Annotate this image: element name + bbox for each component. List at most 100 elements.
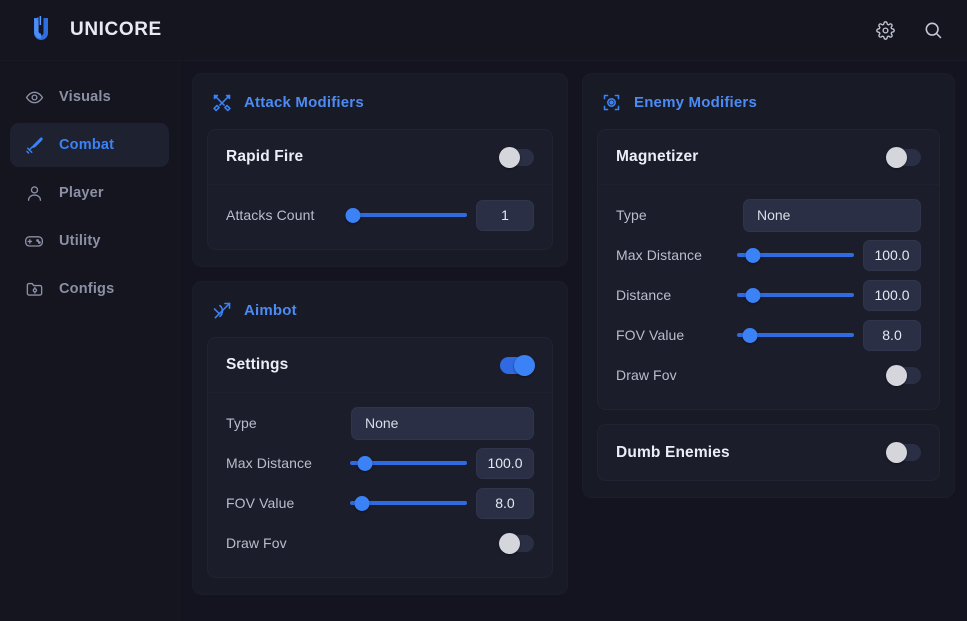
- top-bar: UNICORE: [0, 0, 967, 61]
- sidebar-item-visuals[interactable]: Visuals: [10, 75, 169, 119]
- enemy-max-distance-row: Max Distance 100.0: [616, 235, 921, 275]
- enemy-type-row: Type None: [616, 195, 921, 235]
- aimbot-type-row: Type None: [226, 403, 534, 443]
- aimbot-max-distance-control: 100.0: [350, 448, 534, 479]
- panel-title: Aimbot: [244, 302, 297, 319]
- slider-thumb[interactable]: [746, 288, 761, 303]
- aimbot-settings-row: Settings: [208, 338, 552, 393]
- card-attack-modifiers: Rapid Fire Attacks Count: [207, 129, 553, 250]
- toggle-knob: [886, 442, 907, 463]
- sidebar-item-label: Player: [59, 185, 104, 201]
- right-column: Enemy Modifiers Magnetizer Type: [582, 73, 955, 498]
- eye-icon: [24, 87, 44, 107]
- magnetizer-row: Magnetizer: [598, 130, 939, 185]
- aimbot-draw-fov-row: Draw Fov: [226, 523, 534, 563]
- aimbot-fov-value-control: 8.0: [350, 488, 534, 519]
- panel-header: Aimbot: [207, 298, 553, 337]
- enemy-fov-value-value[interactable]: 8.0: [863, 320, 921, 351]
- enemy-max-distance-slider[interactable]: [737, 245, 854, 265]
- dumb-enemies-toggle[interactable]: [887, 444, 921, 461]
- gamepad-icon: [24, 231, 44, 251]
- aimbot-max-distance-value[interactable]: 100.0: [476, 448, 534, 479]
- rapid-fire-toggle[interactable]: [500, 149, 534, 166]
- slider-thumb[interactable]: [346, 208, 361, 223]
- enemy-max-distance-value[interactable]: 100.0: [863, 240, 921, 271]
- brand-name: UNICORE: [70, 19, 162, 41]
- enemy-fov-value-slider[interactable]: [737, 325, 854, 345]
- enemy-fov-value-control: 8.0: [737, 320, 921, 351]
- sidebar: Visuals Combat: [0, 61, 180, 621]
- sidebar-item-configs[interactable]: Configs: [10, 267, 169, 311]
- aimbot-type-label: Type: [226, 415, 351, 431]
- sidebar-item-label: Configs: [59, 281, 114, 297]
- attacks-count-slider[interactable]: [350, 205, 467, 225]
- search-icon[interactable]: [921, 18, 945, 42]
- card-body: Type None Max Distance: [208, 393, 552, 577]
- folder-gear-icon: [24, 279, 44, 299]
- attacks-count-value[interactable]: 1: [476, 200, 534, 231]
- panel-enemy-modifiers: Enemy Modifiers Magnetizer Type: [582, 73, 955, 498]
- sidebar-item-label: Utility: [59, 233, 101, 249]
- enemy-type-select[interactable]: None: [743, 199, 921, 232]
- card-aimbot: Settings Type None Max Distance: [207, 337, 553, 578]
- slider-track: [350, 213, 467, 217]
- enemy-distance-value[interactable]: 100.0: [863, 280, 921, 311]
- panel-title: Attack Modifiers: [244, 94, 364, 111]
- aimbot-fov-value-value[interactable]: 8.0: [476, 488, 534, 519]
- brand: UNICORE: [26, 13, 162, 47]
- enemy-draw-fov-row: Draw Fov: [616, 355, 921, 395]
- aimbot-settings-toggle[interactable]: [500, 357, 534, 374]
- toggle-knob: [514, 355, 535, 376]
- card-dumb-enemies: Dumb Enemies: [597, 424, 940, 481]
- aimbot-type-select[interactable]: None: [351, 407, 534, 440]
- person-icon: [24, 183, 44, 203]
- aimbot-fov-value-slider[interactable]: [350, 493, 467, 513]
- enemy-distance-row: Distance 100.0: [616, 275, 921, 315]
- toggle-knob: [886, 365, 907, 386]
- enemy-draw-fov-toggle[interactable]: [887, 367, 921, 384]
- aimbot-draw-fov-toggle[interactable]: [500, 535, 534, 552]
- slider-thumb[interactable]: [358, 456, 373, 471]
- card-enemy-modifiers: Magnetizer Type None Max Distanc: [597, 129, 940, 410]
- panel-attack-modifiers: Attack Modifiers Rapid Fire Attacks Coun…: [192, 73, 568, 267]
- attacks-count-row: Attacks Count 1: [226, 195, 534, 235]
- sidebar-item-combat[interactable]: Combat: [10, 123, 169, 167]
- slider-thumb[interactable]: [746, 248, 761, 263]
- card-body: Attacks Count 1: [208, 185, 552, 249]
- attacks-count-control: 1: [350, 200, 534, 231]
- panel-aimbot: Aimbot Settings Type None: [192, 281, 568, 595]
- magnetizer-label: Magnetizer: [616, 148, 887, 166]
- body-row: Visuals Combat: [0, 61, 967, 621]
- enemy-type-label: Type: [616, 207, 743, 223]
- sidebar-item-player[interactable]: Player: [10, 171, 169, 215]
- rapid-fire-row: Rapid Fire: [208, 130, 552, 185]
- sidebar-item-utility[interactable]: Utility: [10, 219, 169, 263]
- enemy-draw-fov-label: Draw Fov: [616, 367, 887, 383]
- enemy-max-distance-label: Max Distance: [616, 247, 737, 263]
- aimbot-max-distance-slider[interactable]: [350, 453, 467, 473]
- left-column: Attack Modifiers Rapid Fire Attacks Coun…: [192, 73, 568, 595]
- enemy-distance-slider[interactable]: [737, 285, 854, 305]
- slider-thumb[interactable]: [354, 496, 369, 511]
- enemy-fov-value-row: FOV Value 8.0: [616, 315, 921, 355]
- main-content: Attack Modifiers Rapid Fire Attacks Coun…: [180, 61, 967, 621]
- crossed-swords-icon: [211, 92, 232, 113]
- dumb-enemies-row: Dumb Enemies: [598, 425, 939, 480]
- rapid-fire-label: Rapid Fire: [226, 148, 500, 166]
- aimbot-max-distance-row: Max Distance 100.0: [226, 443, 534, 483]
- target-crosshair-icon: [601, 92, 622, 113]
- aimbot-max-distance-label: Max Distance: [226, 455, 350, 471]
- sword-icon: [24, 135, 44, 155]
- sidebar-item-label: Combat: [59, 137, 114, 153]
- enemy-fov-value-label: FOV Value: [616, 327, 737, 343]
- slider-thumb[interactable]: [742, 328, 757, 343]
- aimbot-settings-label: Settings: [226, 356, 500, 374]
- magnetizer-toggle[interactable]: [887, 149, 921, 166]
- attacks-count-label: Attacks Count: [226, 207, 350, 223]
- toggle-knob: [499, 147, 520, 168]
- aimbot-fov-value-label: FOV Value: [226, 495, 350, 511]
- enemy-distance-control: 100.0: [737, 280, 921, 311]
- panel-header: Enemy Modifiers: [597, 90, 940, 129]
- gear-icon[interactable]: [873, 18, 897, 42]
- panel-header: Attack Modifiers: [207, 90, 553, 129]
